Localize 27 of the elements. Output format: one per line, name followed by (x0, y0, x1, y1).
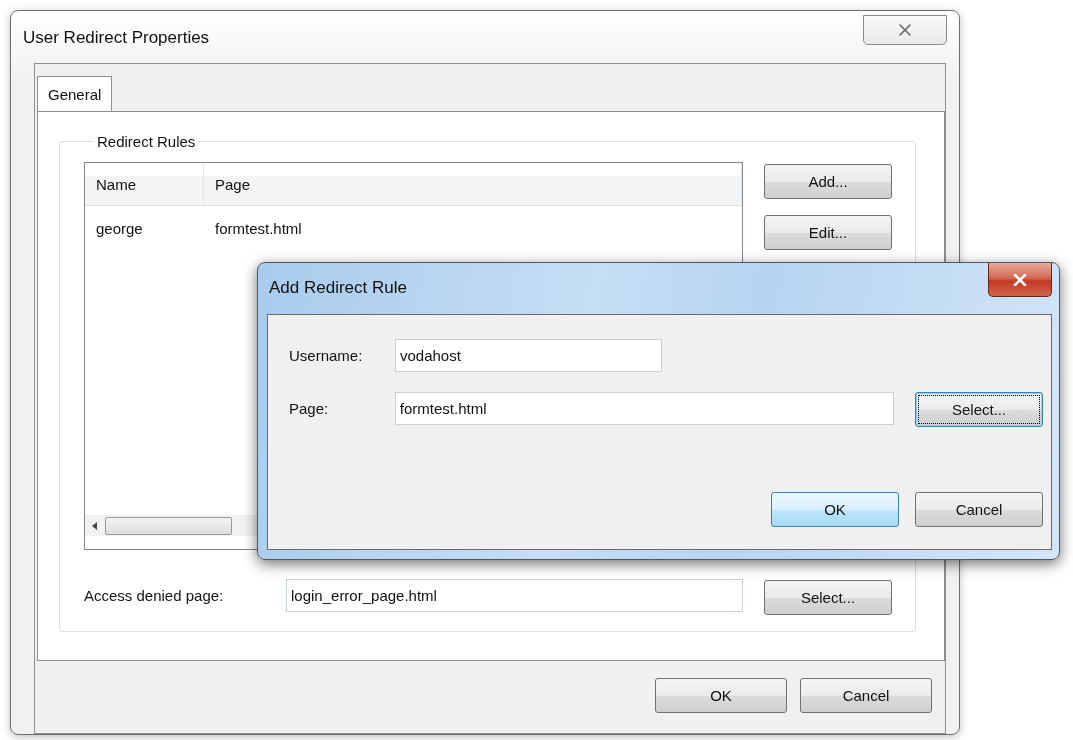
dialog-button[interactable]: Cancel (800, 678, 932, 713)
scrollbar-thumb[interactable] (105, 517, 232, 535)
side-button[interactable]: Edit... (764, 215, 892, 250)
group-title: Redirect Rules (96, 133, 197, 150)
text-field[interactable]: vodahost (395, 338, 662, 372)
field-label: Username: (289, 346, 364, 364)
dialog-button[interactable]: Cancel (915, 492, 1043, 527)
tab[interactable]: General (37, 76, 113, 111)
close-icon (1013, 273, 1027, 286)
dialog-button[interactable]: OK (771, 492, 899, 527)
select-button[interactable]: Select... (764, 580, 892, 615)
window-title: User Redirect Properties (23, 28, 210, 48)
scroll-left-icon[interactable] (92, 522, 98, 530)
dialog-title: Add Redirect Rule (269, 278, 407, 298)
side-button[interactable]: Add... (764, 164, 892, 199)
field-label: Access denied page: (84, 587, 225, 604)
field-label: Page: (289, 399, 330, 417)
close-button[interactable] (988, 263, 1052, 297)
text-field[interactable]: login_error_page.html (286, 579, 743, 612)
select-button[interactable]: Select... (915, 392, 1043, 427)
dialog-button[interactable]: OK (655, 678, 787, 713)
table-cell-text: formtest.html (214, 218, 303, 239)
column-header[interactable]: Page (204, 163, 742, 205)
close-icon (898, 24, 912, 36)
text-field[interactable]: formtest.html (394, 391, 895, 425)
column-header[interactable]: Name (85, 163, 204, 205)
table-cell-text: george (95, 218, 144, 239)
